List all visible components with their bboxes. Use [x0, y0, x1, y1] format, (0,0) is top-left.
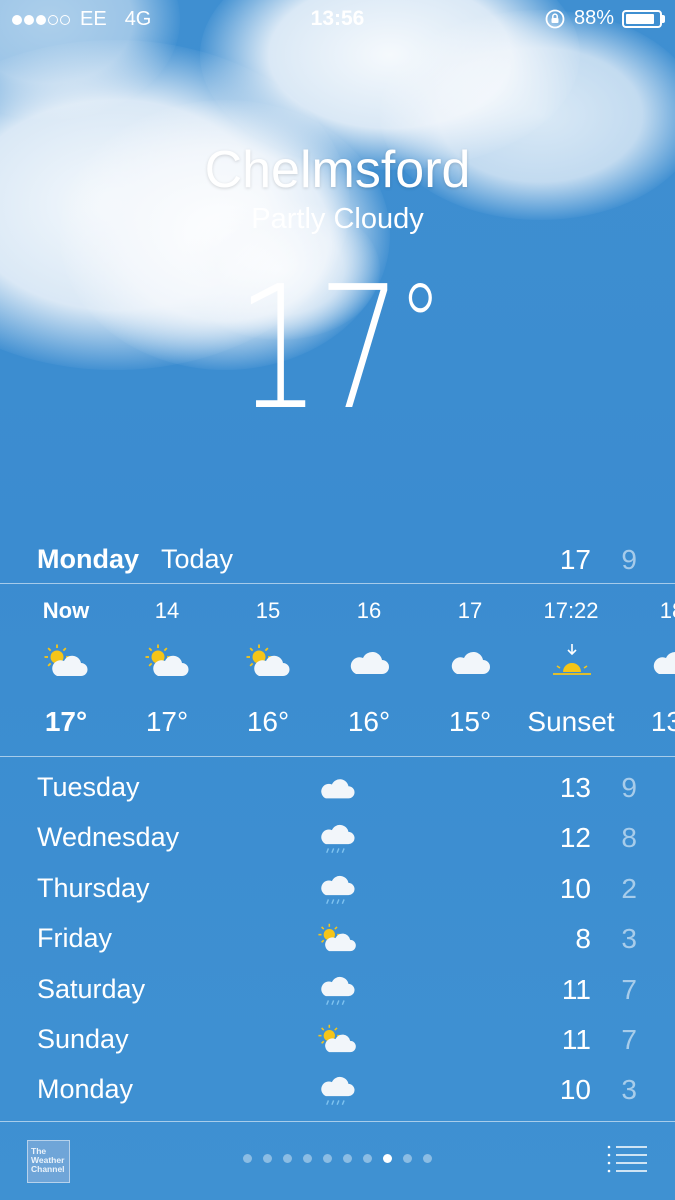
daily-day: Thursday	[37, 872, 150, 903]
daily-high: 8	[575, 923, 591, 955]
sunset-icon	[549, 644, 595, 680]
current-temperature: 17°	[74, 250, 601, 448]
partly-sunny-icon	[318, 1022, 358, 1058]
rain-cloud-icon	[318, 871, 358, 907]
rain-cloud-icon	[318, 820, 358, 856]
cloud-icon	[448, 644, 494, 680]
daily-low: 9	[621, 772, 637, 803]
daily-high: 13	[559, 772, 591, 803]
daily-high: 11	[561, 973, 591, 1005]
weather-condition: Partly Cloudy	[251, 203, 424, 235]
daily-day: Tuesday	[37, 772, 140, 802]
hourly-time: 17:22	[543, 598, 599, 623]
daily-high: 11	[561, 1023, 591, 1055]
hourly-temp: 13°	[650, 706, 675, 737]
current-temperature-value: 17	[236, 250, 402, 448]
hourly-time: Now	[42, 598, 90, 623]
today-day: Monday	[37, 544, 140, 574]
hourly-time: 16	[356, 598, 382, 623]
daily-day: Wednesday	[37, 822, 180, 853]
cloud-icon	[650, 644, 675, 680]
status-right: 88%	[544, 7, 665, 30]
today-label: Today	[161, 544, 234, 574]
hourly-time: 18	[659, 598, 675, 623]
partly-sunny-icon	[145, 644, 191, 680]
page-dot[interactable]	[263, 1154, 272, 1163]
page-dot[interactable]	[323, 1154, 332, 1163]
battery-percent: 88%	[573, 7, 614, 29]
daily-high: 10	[559, 872, 591, 904]
daily-high: 12	[559, 822, 591, 854]
hourly-time: 15	[255, 598, 281, 623]
hourly-temp: Sunset	[527, 706, 615, 737]
daily-row: Wednesday 12 8	[0, 820, 675, 870]
rotation-lock-icon	[545, 9, 565, 28]
city-list-icon[interactable]	[607, 1144, 647, 1174]
page-dot[interactable]	[343, 1154, 352, 1163]
hourly-temp: 17°	[44, 706, 88, 737]
status-bar: EE 4G 13:56 88%	[0, 0, 675, 40]
degree-symbol: °	[398, 260, 442, 388]
page-dot[interactable]	[403, 1154, 412, 1163]
hourly-forecast[interactable]: Now 17° 14 17° 15 16° 16 16° 17 15° 17:2…	[0, 584, 675, 755]
hourly-temp: 16°	[347, 706, 391, 737]
daily-low: 8	[621, 822, 637, 854]
daily-row: Saturday 11 7	[0, 972, 675, 1022]
page-dot[interactable]	[243, 1154, 252, 1163]
daily-day: Sunday	[37, 1023, 129, 1054]
daily-low: 2	[621, 872, 637, 904]
today-summary: Monday Today 17 9	[0, 540, 675, 582]
daily-forecast: Tuesday 13 9 Wednesday 12 8 Thursday 10 …	[0, 770, 675, 1123]
daily-low: 7	[621, 973, 637, 1005]
hourly-temp: 15°	[448, 706, 492, 737]
page-dot[interactable]	[363, 1154, 372, 1163]
hourly-time: 17	[457, 598, 483, 623]
page-indicator[interactable]	[0, 1154, 675, 1163]
cloud-icon	[347, 644, 393, 680]
daily-row: Sunday 11 7	[0, 1022, 675, 1072]
partly-sunny-icon	[44, 644, 90, 680]
rain-cloud-icon	[318, 1072, 358, 1108]
hourly-temp: 16°	[246, 706, 290, 737]
hourly-temp: 17°	[145, 706, 189, 737]
partly-sunny-icon	[318, 921, 358, 957]
daily-row: Monday 10 3	[0, 1072, 675, 1122]
daily-low: 3	[621, 1074, 637, 1106]
daily-day: Friday	[37, 923, 113, 954]
battery-icon	[622, 9, 662, 28]
page-dot[interactable]	[303, 1154, 312, 1163]
cloud-icon	[318, 770, 358, 806]
city-name: Chelmsford	[204, 141, 471, 199]
daily-low: 7	[621, 1023, 637, 1055]
page-dot[interactable]	[283, 1154, 292, 1163]
page-dot[interactable]	[423, 1154, 432, 1163]
page-dot[interactable]	[383, 1154, 392, 1163]
daily-row: Friday 8 3	[0, 921, 675, 971]
today-low: 9	[621, 544, 637, 575]
daily-day: Saturday	[37, 973, 146, 1004]
rain-cloud-icon	[318, 972, 358, 1008]
daily-low: 3	[621, 923, 637, 955]
daily-row: Thursday 10 2	[0, 871, 675, 921]
daily-high: 10	[559, 1074, 591, 1106]
daily-day: Monday	[37, 1074, 134, 1105]
hourly-time: 14	[154, 598, 180, 623]
daily-row: Tuesday 13 9	[0, 770, 675, 820]
partly-sunny-icon	[246, 644, 292, 680]
today-high: 17	[559, 544, 591, 575]
divider-bottom	[0, 756, 675, 757]
bottom-bar: The Weather Channel	[0, 1122, 675, 1200]
